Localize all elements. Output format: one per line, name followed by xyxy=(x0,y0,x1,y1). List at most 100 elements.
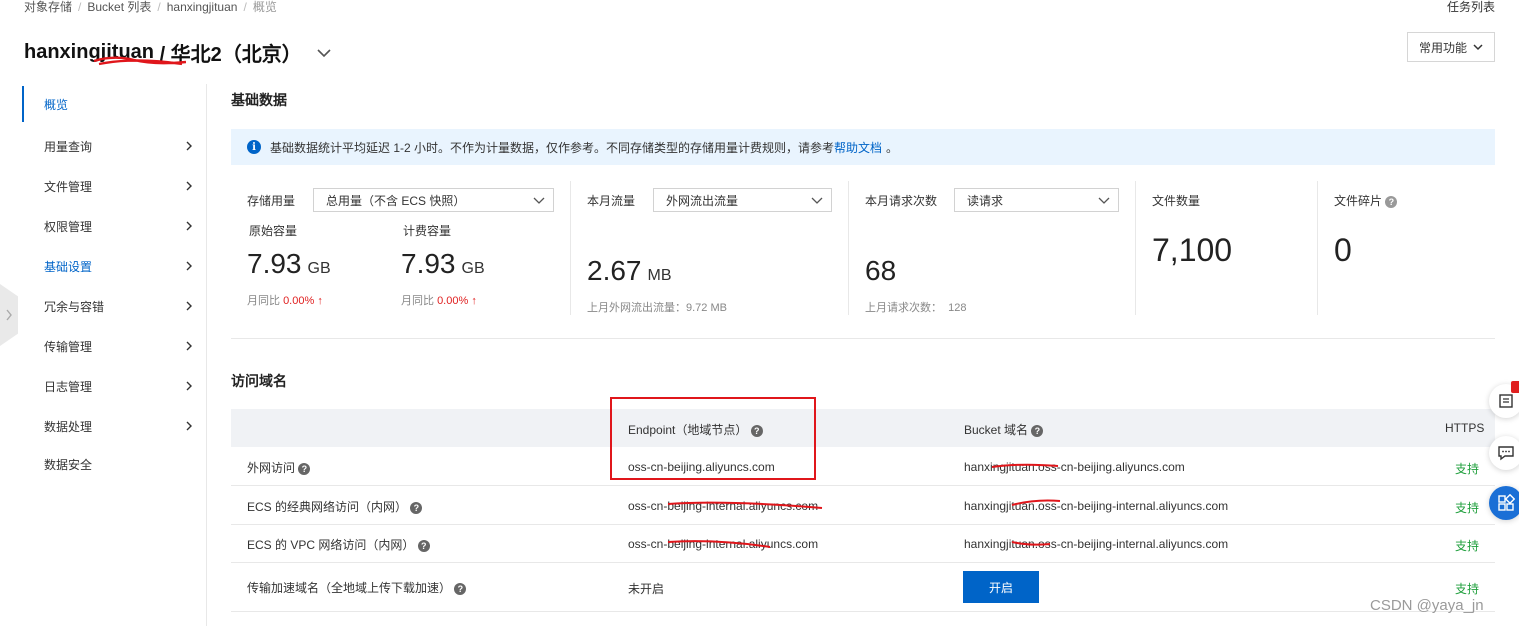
raw-capacity: 7.93 GB xyxy=(247,248,331,280)
storage-type-select[interactable]: 总用量（不含 ECS 快照） xyxy=(313,188,554,212)
help-icon[interactable]: ? xyxy=(410,501,423,514)
feedback-float-button[interactable] xyxy=(1489,436,1519,470)
raw-yoy: 月同比 0.00% ↑ xyxy=(247,292,323,308)
row-https-status: 支持 xyxy=(1455,582,1480,596)
sidebar-item-redundancy[interactable]: 冗余与容错 xyxy=(22,288,206,324)
breadcrumb-item[interactable]: hanxingjituan xyxy=(167,0,238,14)
row-name-label: ECS 的经典网络访问（内网） xyxy=(247,500,408,514)
page-title: hanxingjituan / 华北2（北京） xyxy=(24,38,332,67)
sidebar-item-label: 数据安全 xyxy=(44,457,93,472)
chevron-right-icon xyxy=(186,181,192,191)
chevron-right-icon xyxy=(186,381,192,391)
help-icon[interactable]: ? xyxy=(417,539,430,552)
sidebar-divider xyxy=(206,84,207,626)
enable-acceleration-button[interactable]: 开启 xyxy=(963,571,1039,603)
chevron-down-icon xyxy=(1473,44,1483,51)
sidebar-item-files[interactable]: 文件管理 xyxy=(22,168,206,204)
sidebar-item-label: 概览 xyxy=(44,97,69,112)
raw-capacity-unit: GB xyxy=(307,260,331,277)
row-bucket-domain: hanxingjituan.oss-cn-beijing-internal.al… xyxy=(964,537,1229,551)
requests-last-month: 上月请求次数： 128 xyxy=(865,299,966,315)
breadcrumb-item[interactable]: Bucket 列表 xyxy=(87,0,151,14)
sidebar-item-basic-settings[interactable]: 基础设置 xyxy=(22,248,206,284)
info-banner: i 基础数据统计平均延迟 1-2 小时。不作为计量数据，仅作参考。不同存储类型的… xyxy=(231,129,1495,165)
sidebar-item-overview[interactable]: 概览 xyxy=(22,86,206,122)
help-icon[interactable]: ? xyxy=(454,582,467,595)
redaction-scribble xyxy=(991,463,1059,468)
requests-label: 本月请求次数 xyxy=(865,194,938,208)
traffic-value: 2.67 xyxy=(587,255,642,286)
breadcrumb-item[interactable]: 对象存储 xyxy=(24,0,72,14)
chevron-right-icon xyxy=(6,309,12,321)
sidebar-item-label: 数据处理 xyxy=(44,419,93,434)
file-count-value: 7,100 xyxy=(1152,232,1233,268)
sidebar-item-label: 用量查询 xyxy=(44,139,93,154)
chevron-down-icon[interactable] xyxy=(316,45,332,61)
sidebar-item-data-processing[interactable]: 数据处理 xyxy=(22,408,206,444)
yoy-value: 0.00% xyxy=(437,295,469,307)
row-endpoint: 未开启 xyxy=(628,582,665,596)
chevron-right-icon xyxy=(186,341,192,351)
fragments-value: 0 xyxy=(1334,232,1352,268)
traffic-last-month: 上月外网流出流量：9.72 MB xyxy=(587,302,727,314)
chat-icon xyxy=(1498,446,1514,461)
chevron-right-icon xyxy=(186,141,192,151)
help-icon[interactable]: ? xyxy=(1031,424,1044,437)
section-divider xyxy=(231,338,1495,339)
help-icon[interactable]: ? xyxy=(298,462,311,475)
redaction-scribble xyxy=(94,56,186,66)
row-name-label: 传输加速域名（全地域上传下载加速） xyxy=(247,581,452,595)
select-value: 总用量（不含 ECS 快照） xyxy=(326,193,466,208)
sidebar-item-permissions[interactable]: 权限管理 xyxy=(22,208,206,244)
billing-capacity-label: 计费容量 xyxy=(403,224,452,238)
chevron-right-icon xyxy=(186,261,192,271)
help-doc-link[interactable]: 帮助文档 xyxy=(834,139,882,156)
sidebar-item-data-security[interactable]: 数据安全 xyxy=(22,446,206,482)
breadcrumb-current: 概览 xyxy=(252,0,277,14)
bucket-domain-header: Bucket 域名 ? xyxy=(964,421,1044,438)
grid-apps-icon xyxy=(1498,494,1515,511)
chevron-right-icon xyxy=(186,221,192,231)
book-icon xyxy=(1499,394,1513,408)
fragments-label: 文件碎片 xyxy=(1334,194,1383,208)
annotation-box xyxy=(610,397,816,480)
traffic-unit: MB xyxy=(647,267,672,284)
requests-last-month-label: 上月请求次数： xyxy=(865,302,942,314)
select-value: 外网流出流量 xyxy=(666,193,739,208)
task-list-link[interactable]: 任务列表 xyxy=(1447,0,1495,15)
sidebar-item-usage[interactable]: 用量查询 xyxy=(22,128,206,164)
row-name-label: ECS 的 VPC 网络访问（内网） xyxy=(247,538,415,552)
row-divider xyxy=(231,524,1495,525)
yoy-label: 月同比 xyxy=(401,295,434,307)
yoy-value: 0.00% xyxy=(283,295,315,307)
request-type-select[interactable]: 读请求 xyxy=(954,188,1119,212)
chevron-down-icon xyxy=(811,197,823,204)
select-value: 读请求 xyxy=(967,193,1004,208)
table-row-name: 传输加速域名（全地域上传下载加速） ? xyxy=(247,579,467,596)
row-name-label: 外网访问 xyxy=(247,461,296,475)
info-icon: i xyxy=(247,140,261,154)
redaction-scribble xyxy=(1011,499,1061,506)
card-divider xyxy=(848,181,849,315)
chevron-right-icon xyxy=(186,301,192,311)
sidebar-item-logs[interactable]: 日志管理 xyxy=(22,368,206,404)
table-row-name: ECS 的 VPC 网络访问（内网） ? xyxy=(247,536,430,553)
sidebar-collapse-handle[interactable] xyxy=(0,284,18,346)
row-https-status: 支持 xyxy=(1455,501,1480,515)
chevron-down-icon xyxy=(1098,197,1110,204)
redaction-scribble xyxy=(1011,541,1051,546)
requests-last-month-value: 128 xyxy=(948,302,967,314)
traffic-amount: 2.67 MB xyxy=(587,255,672,287)
apps-float-button[interactable] xyxy=(1489,486,1519,520)
arrow-up-icon: ↑ xyxy=(314,295,323,307)
card-divider xyxy=(570,181,571,315)
common-functions-button[interactable]: 常用功能 xyxy=(1407,32,1495,62)
row-bucket-domain: hanxingjituan.oss-cn-beijing-internal.al… xyxy=(964,499,1229,513)
traffic-label: 本月流量 xyxy=(587,194,636,208)
sidebar-item-label: 文件管理 xyxy=(44,179,93,194)
billing-capacity-value: 7.93 xyxy=(401,248,456,279)
sidebar-item-transfer[interactable]: 传输管理 xyxy=(22,328,206,364)
raw-capacity-value: 7.93 xyxy=(247,248,302,279)
traffic-type-select[interactable]: 外网流出流量 xyxy=(653,188,832,212)
help-icon[interactable]: ? xyxy=(1385,195,1398,208)
